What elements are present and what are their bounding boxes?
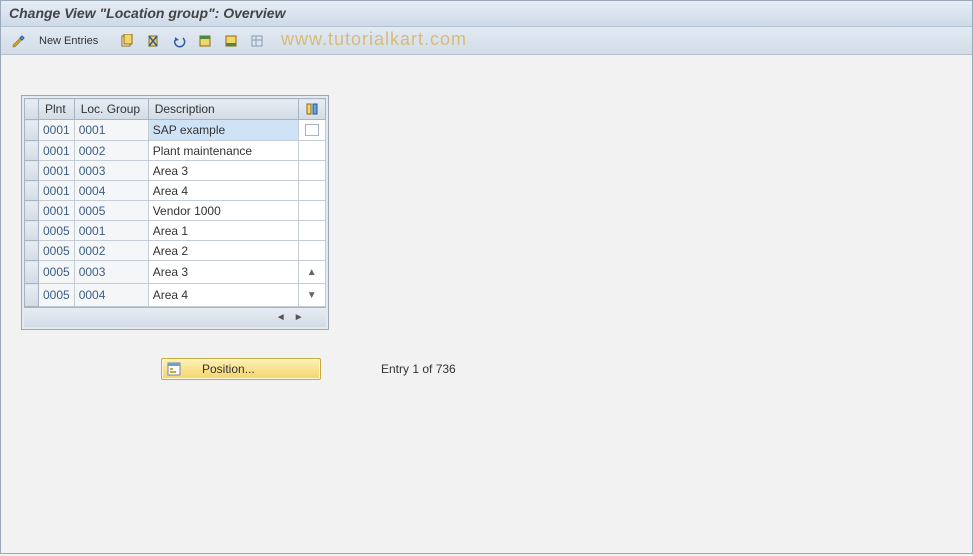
scroll-track[interactable] — [298, 181, 325, 201]
cell-locgroup[interactable]: 0003 — [74, 161, 148, 181]
cell-description[interactable]: Area 4 — [148, 181, 298, 201]
cell-locgroup[interactable]: 0001 — [74, 221, 148, 241]
new-entries-label: New Entries — [39, 35, 98, 47]
row-selector[interactable] — [25, 161, 39, 181]
pencil-icon — [11, 34, 25, 48]
cell-plnt[interactable]: 0001 — [39, 181, 75, 201]
col-plnt[interactable]: Plnt — [39, 99, 75, 120]
scroll-track[interactable]: ▲ — [298, 261, 325, 284]
scroll-right-button[interactable]: ► — [292, 311, 306, 325]
table-row: 00050004Area 4 ▼ — [25, 284, 326, 307]
app-window: Change View "Location group": Overview N… — [0, 0, 973, 554]
delete-button[interactable] — [142, 31, 164, 51]
grid-horizontal-scroll: ◄ ► — [24, 307, 326, 327]
column-chooser-button[interactable] — [298, 99, 325, 120]
content-area: Plnt Loc. Group Description 00010001SAP … — [1, 55, 972, 380]
scroll-track[interactable] — [298, 141, 325, 161]
position-button[interactable]: Position... — [161, 358, 321, 380]
row-selector[interactable] — [25, 201, 39, 221]
cell-plnt[interactable]: 0005 — [39, 241, 75, 261]
cell-locgroup[interactable]: 0002 — [74, 141, 148, 161]
cell-locgroup[interactable]: 0005 — [74, 201, 148, 221]
cell-locgroup[interactable]: 0004 — [74, 181, 148, 201]
row-selector[interactable] — [25, 141, 39, 161]
table-row: 00050003Area 3 ▲ — [25, 261, 326, 284]
cell-description[interactable]: Vendor 1000 — [148, 201, 298, 221]
row-selector[interactable] — [25, 221, 39, 241]
cell-description[interactable]: Area 1 — [148, 221, 298, 241]
table-row: 00010001SAP example — [25, 120, 326, 141]
deselect-all-icon — [224, 34, 238, 48]
data-grid: Plnt Loc. Group Description 00010001SAP … — [21, 95, 329, 330]
undo-button[interactable] — [168, 31, 190, 51]
scroll-track[interactable] — [298, 221, 325, 241]
toolbar: New Entries www.tutorialkart.com — [1, 27, 972, 55]
scroll-left-button[interactable]: ◄ — [274, 311, 288, 325]
delete-icon — [146, 34, 160, 48]
position-icon — [166, 361, 182, 377]
cell-plnt[interactable]: 0001 — [39, 161, 75, 181]
cell-plnt[interactable]: 0005 — [39, 284, 75, 307]
page-title: Change View "Location group": Overview — [1, 1, 972, 27]
cell-description[interactable]: Area 4 — [148, 284, 298, 307]
copy-button[interactable] — [116, 31, 138, 51]
cell-plnt[interactable]: 0001 — [39, 141, 75, 161]
scroll-up-button[interactable]: ▲ — [303, 263, 321, 281]
table-row: 00010004Area 4 — [25, 181, 326, 201]
scroll-track[interactable]: ▼ — [298, 284, 325, 307]
cell-locgroup[interactable]: 0004 — [74, 284, 148, 307]
cell-description[interactable]: Area 2 — [148, 241, 298, 261]
cell-plnt[interactable]: 0005 — [39, 221, 75, 241]
table-row: 00010005Vendor 1000 — [25, 201, 326, 221]
scroll-track[interactable] — [298, 241, 325, 261]
table-row: 00010003Area 3 — [25, 161, 326, 181]
scroll-track[interactable] — [298, 161, 325, 181]
cell-plnt[interactable]: 0001 — [39, 120, 75, 141]
column-chooser-icon — [305, 102, 319, 116]
row-selector[interactable] — [25, 261, 39, 284]
col-description[interactable]: Description — [148, 99, 298, 120]
position-button-label: Position... — [202, 362, 255, 376]
row-selector[interactable] — [25, 284, 39, 307]
row-selector-header[interactable] — [25, 99, 39, 120]
select-all-button[interactable] — [194, 31, 216, 51]
cell-plnt[interactable]: 0005 — [39, 261, 75, 284]
table-config-icon — [250, 34, 264, 48]
cell-description[interactable]: Area 3 — [148, 261, 298, 284]
row-selector[interactable] — [25, 181, 39, 201]
cell-locgroup[interactable]: 0002 — [74, 241, 148, 261]
select-all-icon — [198, 34, 212, 48]
entry-status: Entry 1 of 736 — [381, 362, 456, 376]
cell-description[interactable]: SAP example — [148, 120, 298, 141]
new-entries-button[interactable]: New Entries — [33, 31, 104, 51]
scroll-down-button[interactable]: ▼ — [303, 286, 321, 304]
config-button[interactable] — [246, 31, 268, 51]
table-row: 00010002Plant maintenance — [25, 141, 326, 161]
cell-locgroup[interactable]: 0003 — [74, 261, 148, 284]
deselect-all-button[interactable] — [220, 31, 242, 51]
toggle-edit-button[interactable] — [7, 31, 29, 51]
row-selector[interactable] — [25, 120, 39, 141]
cell-plnt[interactable]: 0001 — [39, 201, 75, 221]
row-selector[interactable] — [25, 241, 39, 261]
cell-locgroup[interactable]: 0001 — [74, 120, 148, 141]
undo-icon — [172, 34, 186, 48]
col-locgroup[interactable]: Loc. Group — [74, 99, 148, 120]
table-row: 00050001Area 1 — [25, 221, 326, 241]
select-all-rows-checkbox[interactable] — [305, 124, 319, 136]
cell-description[interactable]: Area 3 — [148, 161, 298, 181]
scroll-track[interactable] — [298, 120, 325, 141]
scroll-track[interactable] — [298, 201, 325, 221]
table-row: 00050002Area 2 — [25, 241, 326, 261]
cell-description[interactable]: Plant maintenance — [148, 141, 298, 161]
watermark-text: www.tutorialkart.com — [281, 29, 467, 50]
lower-bar: Position... Entry 1 of 736 — [21, 358, 972, 380]
copy-icon — [120, 34, 134, 48]
